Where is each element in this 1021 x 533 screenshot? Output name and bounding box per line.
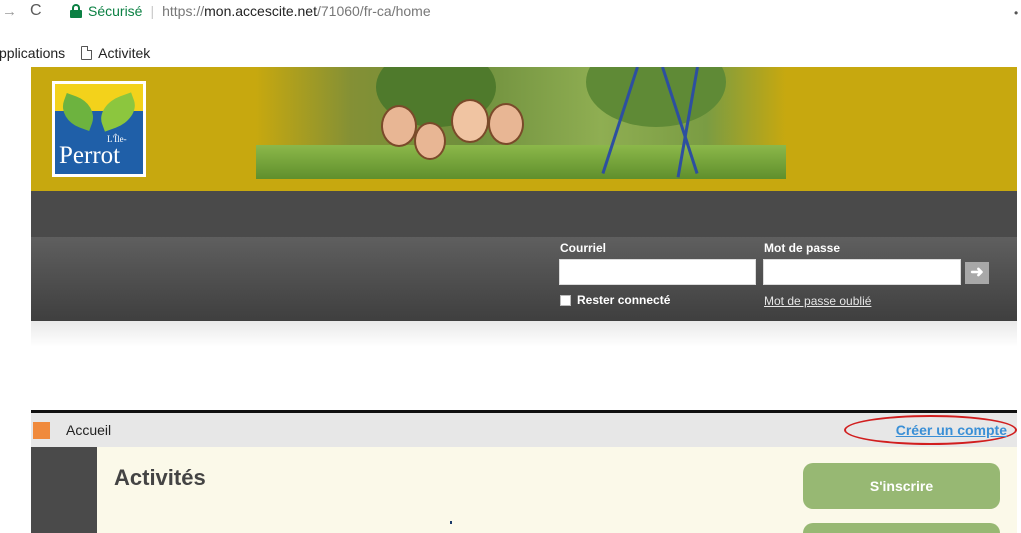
city-logo[interactable]: L'Île- Perrot	[52, 81, 146, 177]
remember-label: Rester connecté	[577, 293, 671, 307]
password-label: Mot de passe	[764, 241, 841, 255]
bookmark-applications[interactable]: pplications	[0, 45, 65, 61]
site-header: L'Île- Perrot Courriel Mot de passe ➜ Re…	[31, 67, 1017, 347]
bookmarks-bar: pplications Activitek	[0, 42, 1021, 64]
banner-family-photo	[256, 67, 786, 179]
address-separator: |	[150, 3, 155, 19]
register-button[interactable]: S'inscrire	[803, 463, 1000, 509]
breadcrumb-home[interactable]: Accueil	[66, 422, 111, 438]
main-panel: Activités S'inscrire	[97, 447, 1017, 533]
sidebar	[31, 447, 97, 533]
email-field[interactable]	[559, 259, 756, 285]
create-account-link[interactable]: Créer un compte	[896, 422, 1007, 438]
email-label: Courriel	[560, 241, 607, 255]
remember-me[interactable]: Rester connecté	[560, 293, 670, 307]
login-arrow-icon[interactable]: ➜	[965, 262, 989, 284]
login-bar: Courriel Mot de passe ➜ Rester connecté …	[31, 237, 1017, 321]
remember-checkbox[interactable]	[560, 294, 571, 306]
address-bar: → C Sécurisé | https://mon.accescite.net…	[0, 0, 1021, 22]
second-green-button[interactable]	[803, 523, 1000, 533]
secure-label[interactable]: Sécurisé	[88, 3, 142, 19]
forgot-password-link[interactable]: Mot de passe oublié	[764, 294, 871, 308]
breadcrumb: Accueil Créer un compte	[31, 413, 1017, 447]
logo-name: Perrot	[59, 142, 121, 169]
reload-icon[interactable]: C	[30, 2, 52, 20]
bookmark-activitek[interactable]: Activitek	[65, 45, 150, 61]
section-title: Activités	[114, 465, 206, 490]
lock-icon	[70, 4, 82, 18]
bookmark-activitek-label: Activitek	[98, 45, 151, 61]
home-icon	[33, 421, 50, 439]
url-domain: mon.accescite.net	[204, 3, 317, 19]
url-path: /71060/fr-ca/home	[316, 3, 431, 19]
navigation-bar	[31, 191, 1017, 237]
stray-dot	[450, 521, 452, 524]
banner: L'Île- Perrot	[31, 67, 1017, 191]
password-field[interactable]	[763, 259, 961, 285]
browser-menu-icon[interactable]: •	[1014, 6, 1018, 20]
url-prefix: https://	[162, 3, 205, 19]
header-shadow	[31, 321, 1017, 347]
page-icon	[81, 46, 93, 60]
url-field[interactable]: https://mon.accescite.net/71060/fr-ca/ho…	[162, 3, 431, 19]
forward-icon[interactable]: →	[2, 3, 18, 20]
